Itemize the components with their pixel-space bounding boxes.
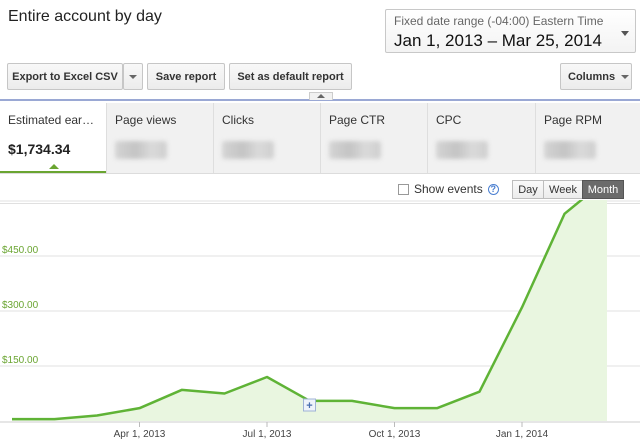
metric-label: CPC bbox=[436, 113, 462, 127]
chevron-down-icon bbox=[621, 74, 630, 79]
y-tick-label: $450.00 bbox=[2, 245, 39, 256]
x-tick-label: Jan 1, 2014 bbox=[496, 429, 549, 440]
metric-label: Estimated ear… bbox=[8, 113, 95, 127]
metric-tab-cpc[interactable]: CPC bbox=[427, 103, 535, 173]
chevron-up-icon bbox=[317, 94, 325, 98]
date-range-picker[interactable]: Fixed date range (-04:00) Eastern Time J… bbox=[385, 9, 636, 53]
redacted-value bbox=[329, 141, 381, 159]
annotation-marker-label: + bbox=[306, 400, 312, 412]
x-tick-label: Oct 1, 2013 bbox=[369, 429, 421, 440]
columns-button[interactable]: Columns bbox=[560, 63, 632, 90]
metric-tab-page-views[interactable]: Page views bbox=[106, 103, 213, 173]
metric-tab-clicks[interactable]: Clicks bbox=[213, 103, 320, 173]
active-tab-pointer bbox=[49, 164, 59, 169]
x-tick-label: Apr 1, 2013 bbox=[114, 429, 166, 440]
chevron-down-icon bbox=[129, 74, 137, 79]
earnings-chart: $600.00 $450.00 $300.00 $150.00 Apr 1, 2013 J… bbox=[0, 200, 640, 440]
metric-label: Page views bbox=[115, 113, 177, 127]
x-tick-label: Jul 1, 2013 bbox=[243, 429, 292, 440]
help-icon[interactable]: ? bbox=[487, 183, 499, 195]
chevron-down-icon bbox=[621, 31, 629, 36]
show-events-label: Show events bbox=[414, 182, 483, 196]
redacted-value bbox=[115, 141, 167, 159]
granularity-day-button[interactable]: Day bbox=[512, 180, 544, 199]
redacted-value bbox=[222, 141, 274, 159]
metric-value: $1,734.34 bbox=[8, 141, 71, 157]
y-tick-label: $150.00 bbox=[2, 355, 39, 366]
redacted-value bbox=[544, 141, 596, 159]
show-events-toggle: Show events ? bbox=[398, 182, 499, 196]
collapse-toolbar-button[interactable] bbox=[309, 92, 333, 100]
save-report-button[interactable]: Save report bbox=[147, 63, 225, 90]
export-options-button[interactable] bbox=[123, 63, 143, 90]
metric-label: Page RPM bbox=[544, 113, 603, 127]
redacted-value bbox=[436, 141, 488, 159]
set-default-report-button[interactable]: Set as default report bbox=[229, 63, 352, 90]
metric-label: Clicks bbox=[222, 113, 254, 127]
columns-label: Columns bbox=[568, 70, 616, 83]
show-events-checkbox[interactable] bbox=[398, 183, 409, 195]
metric-tab-page-ctr[interactable]: Page CTR bbox=[320, 103, 427, 173]
granularity-month-button[interactable]: Month bbox=[582, 180, 624, 199]
y-tick-label: $300.00 bbox=[2, 300, 39, 311]
metric-tab-estimated-earnings[interactable]: Estimated ear… $1,734.34 bbox=[0, 103, 106, 173]
page-title: Entire account by day bbox=[8, 8, 162, 25]
granularity-week-button[interactable]: Week bbox=[543, 180, 583, 199]
y-tick-label: $600.00 bbox=[2, 200, 39, 201]
export-csv-button[interactable]: Export to Excel CSV bbox=[7, 63, 123, 90]
metric-tab-page-rpm[interactable]: Page RPM bbox=[535, 103, 640, 173]
metric-label: Page CTR bbox=[329, 113, 386, 127]
date-range-label: Fixed date range (-04:00) Eastern Time bbox=[394, 14, 604, 28]
metric-tabs: Estimated ear… $1,734.34 Page views Clic… bbox=[0, 103, 640, 174]
date-range-value: Jan 1, 2013 – Mar 25, 2014 bbox=[394, 31, 602, 50]
